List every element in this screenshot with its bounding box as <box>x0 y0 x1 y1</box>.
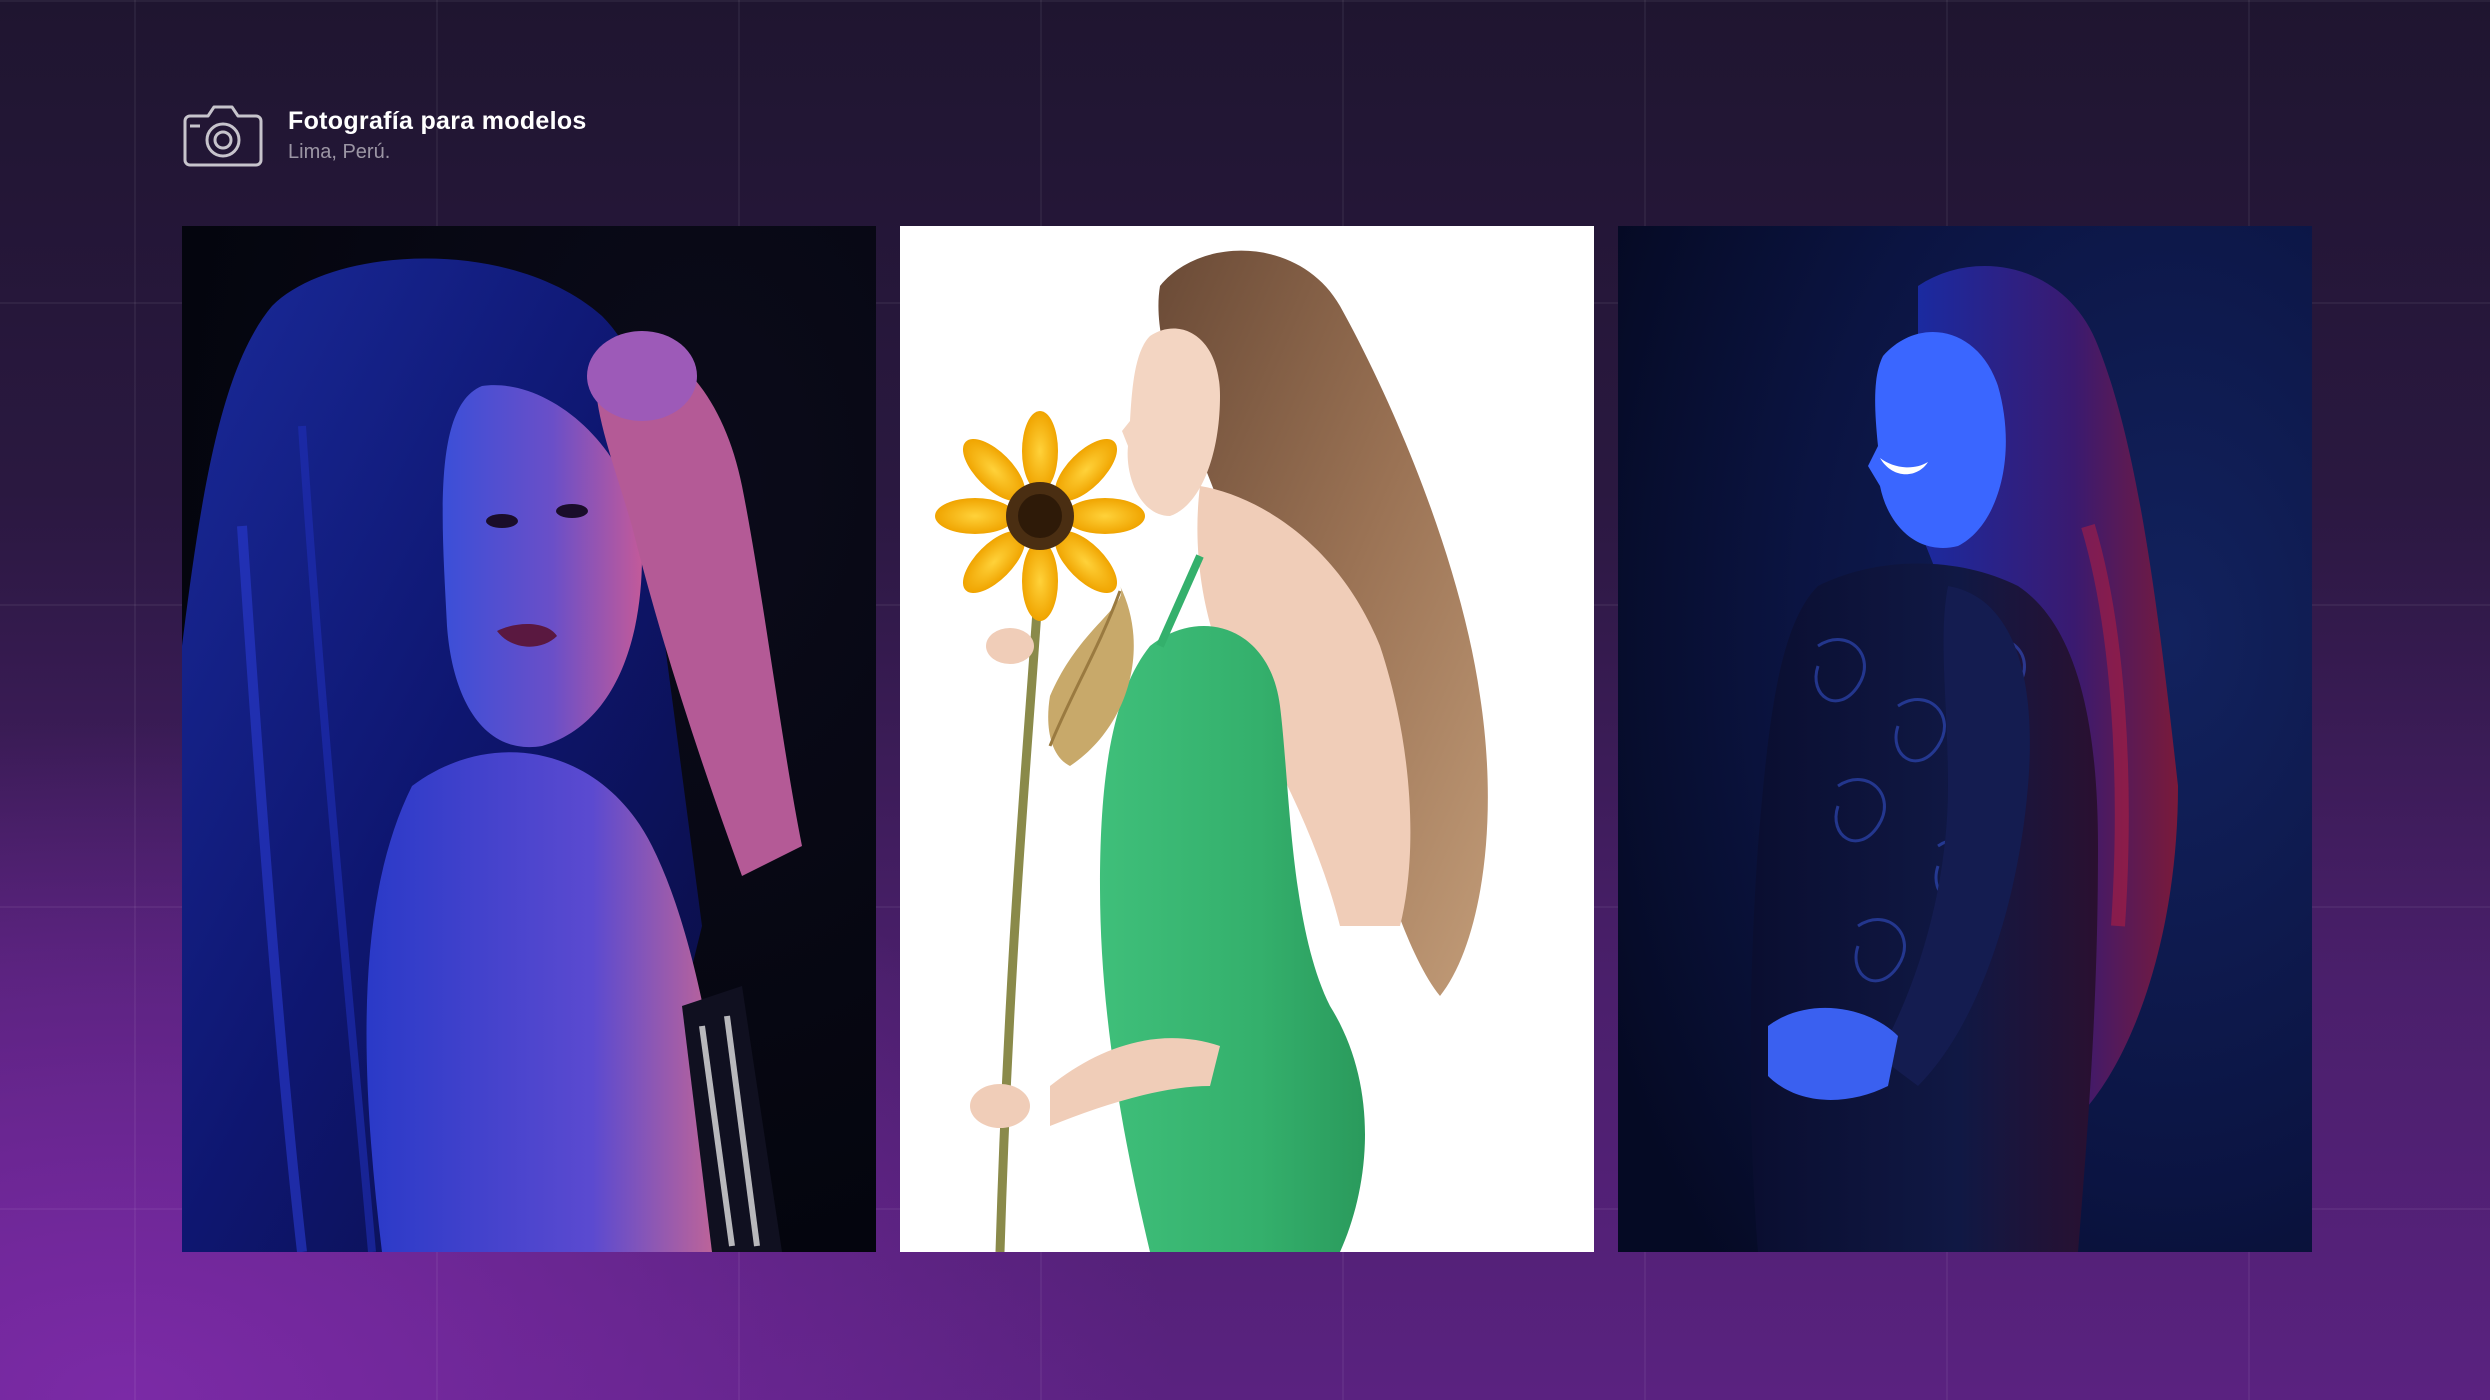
photo-lace-dress-smiling[interactable] <box>1618 226 2312 1252</box>
photo-image-3 <box>1618 226 2312 1252</box>
page-title: Fotografía para modelos <box>288 106 587 135</box>
location-label: Lima, Perú. <box>288 140 391 163</box>
photo-portrait-dark-hair[interactable] <box>182 226 876 1252</box>
brand-header: Fotografía para modelos Lima, Perú. <box>182 102 587 168</box>
photo-image-1 <box>182 226 876 1252</box>
photo-green-dress-sunflower[interactable] <box>900 226 1594 1252</box>
photo-image-2 <box>900 226 1594 1252</box>
camera-icon <box>183 105 263 167</box>
